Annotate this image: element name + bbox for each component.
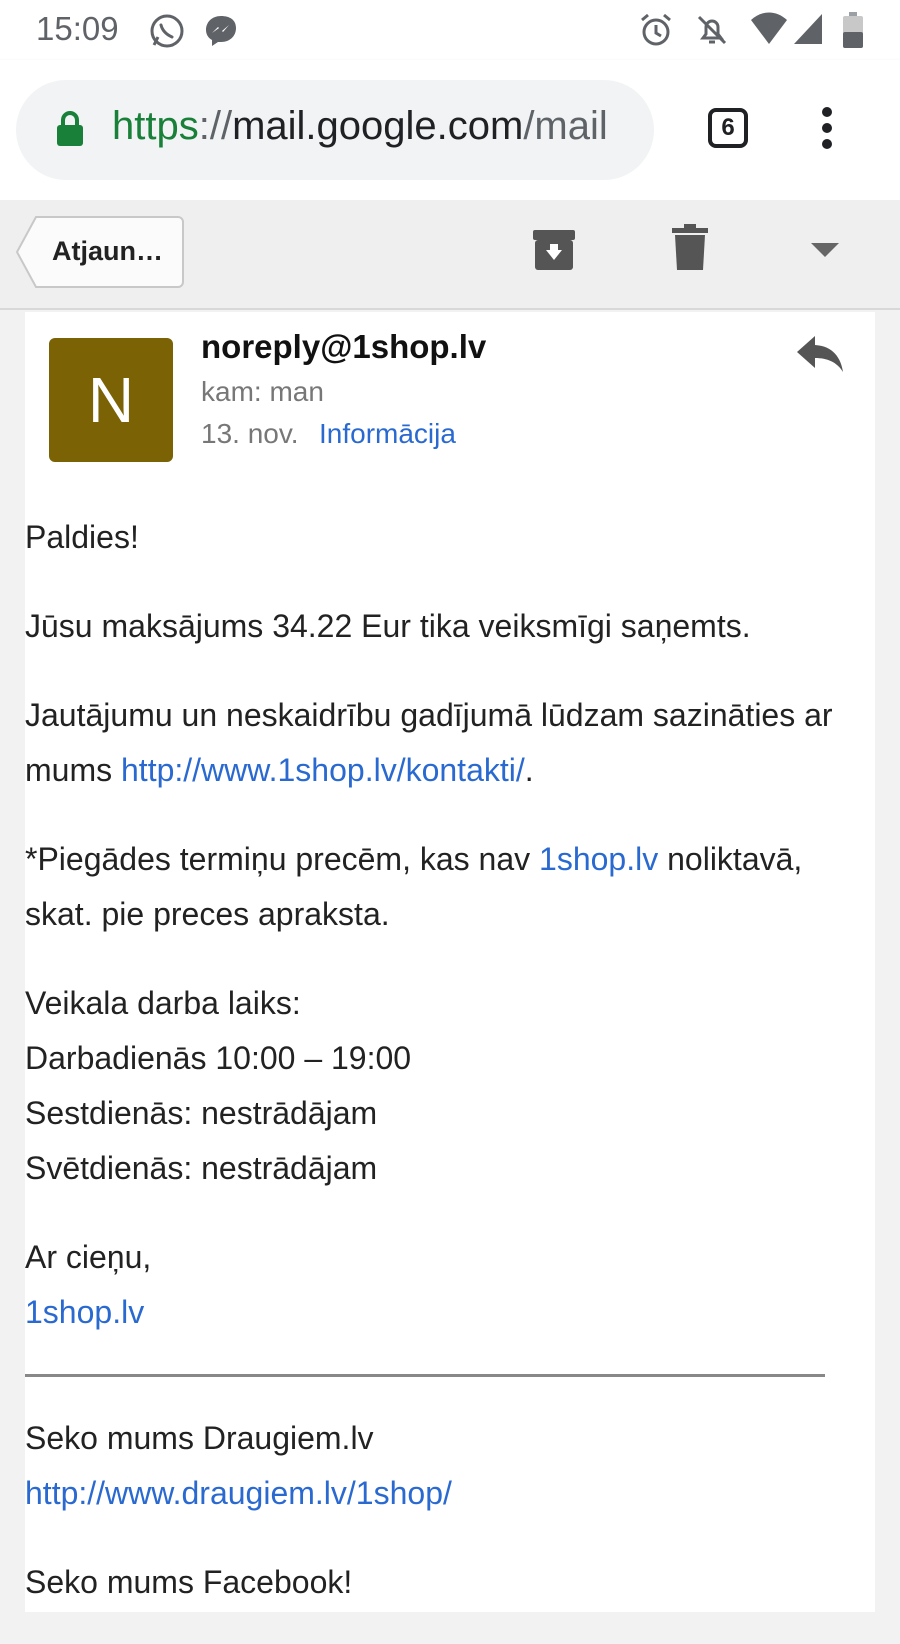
alarm-icon: [641, 13, 671, 46]
avatar: N: [49, 338, 173, 462]
draugiem-link[interactable]: http://www.draugiem.lv/1shop/: [25, 1475, 452, 1511]
payment-confirmation: Jūsu maksājums 34.22 Eur tika veiksmīgi …: [25, 608, 751, 644]
hours-sunday: Svētdienās: nestrādājam: [25, 1150, 378, 1186]
contact-link[interactable]: http://www.1shop.lv/kontakti/: [121, 752, 525, 788]
sender-address[interactable]: noreply@1shop.lv: [201, 328, 486, 366]
delivery-link[interactable]: 1shop.lv: [539, 841, 658, 877]
mail-toolbar: Atjaun…: [0, 200, 900, 310]
signoff: Ar cieņu,: [25, 1239, 152, 1275]
divider: [25, 1374, 825, 1377]
greeting: Paldies!: [25, 519, 139, 555]
message-date: 13. nov.: [201, 418, 299, 449]
label-link[interactable]: Informācija: [319, 418, 456, 450]
status-time: 15:09: [36, 10, 119, 47]
contact-paragraph: Jautājumu un neskaidrību gadījumā lūdzam…: [25, 688, 855, 798]
lock-icon: [57, 111, 83, 146]
reply-icon[interactable]: [795, 334, 845, 374]
recipient-line[interactable]: kam: man: [201, 376, 324, 408]
url-scheme: https: [112, 104, 199, 148]
more-menu-icon[interactable]: [820, 106, 834, 150]
wifi-icon: [751, 12, 787, 44]
contact-end: .: [524, 752, 534, 788]
delivery-text-1: *Piegādes termiņu precēm, kas nav: [25, 841, 540, 877]
delivery-paragraph: *Piegādes termiņu precēm, kas nav 1shop.…: [25, 832, 855, 942]
url-separator: ://: [198, 104, 233, 148]
back-button-label: Atjaun…: [52, 236, 163, 266]
follow-draugiem: Seko mums Draugiem.lv: [25, 1420, 374, 1456]
draugiem-block: Seko mums Draugiem.lv http://www.draugie…: [25, 1411, 855, 1521]
notifications-off-icon: [697, 15, 727, 45]
chevron-down-icon[interactable]: [810, 242, 840, 258]
follow-facebook: Seko mums Facebook!: [25, 1564, 353, 1600]
status-bar: 15:09: [0, 0, 900, 60]
url-host: mail.google.com: [232, 104, 524, 148]
back-button[interactable]: Atjaun…: [16, 216, 184, 288]
signoff-link[interactable]: 1shop.lv: [25, 1294, 144, 1330]
hours-weekdays: Darbadienās 10:00 – 19:00: [25, 1040, 412, 1076]
url-text[interactable]: https://mail.google.com/mail: [112, 104, 646, 149]
messenger-icon: [206, 16, 236, 46]
archive-icon[interactable]: [530, 224, 578, 272]
signal-icon: [794, 14, 822, 44]
url-path: /mail: [523, 104, 608, 148]
hours-saturday: Sestdienās: nestrādājam: [25, 1095, 378, 1131]
browser-toolbar: https://mail.google.com/mail 6: [0, 60, 900, 200]
store-hours: Veikala darba laiks: Darbadienās 10:00 –…: [25, 976, 855, 1196]
hours-title: Veikala darba laiks:: [25, 985, 301, 1021]
delete-icon[interactable]: [672, 224, 708, 272]
signoff-block: Ar cieņu, 1shop.lv: [25, 1230, 855, 1340]
battery-icon: [843, 12, 863, 48]
whatsapp-icon: [150, 14, 184, 48]
address-bar[interactable]: https://mail.google.com/mail: [16, 80, 654, 180]
tab-switcher-button[interactable]: 6: [708, 108, 748, 148]
message-body: Paldies! Jūsu maksājums 34.22 Eur tika v…: [25, 510, 855, 1644]
